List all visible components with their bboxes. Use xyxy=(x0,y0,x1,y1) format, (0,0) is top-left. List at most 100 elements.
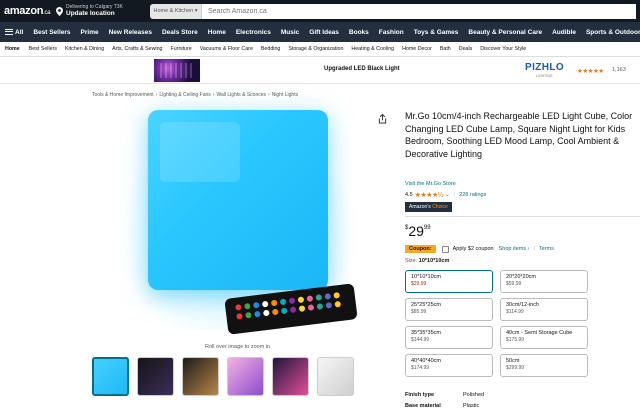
chevron-down-icon[interactable]: ⌄ xyxy=(445,192,450,198)
thumbnail-6[interactable] xyxy=(317,357,354,396)
remote-button xyxy=(298,305,306,312)
terms-link[interactable]: Terms xyxy=(539,246,554,252)
subnav-home[interactable]: Home xyxy=(0,46,25,52)
share-icon[interactable] xyxy=(378,114,387,124)
banner-product-image[interactable] xyxy=(154,59,200,82)
all-menu-button[interactable]: All xyxy=(0,29,28,36)
remote-button xyxy=(333,291,341,299)
nav-item-sports-outdoors[interactable]: Sports & Outdoors xyxy=(581,29,640,36)
subnav-item-kitchen-dining[interactable]: Kitchen & Dining xyxy=(61,46,108,52)
size-option-5[interactable]: 35*35*35cm $144.99 xyxy=(405,326,493,349)
remote-button xyxy=(307,304,315,311)
size-option-3[interactable]: 25*25*25cm $85.99 xyxy=(405,298,493,321)
subnav-item-best-sellers[interactable]: Best Sellers xyxy=(25,46,61,52)
subnav-item-home-decor[interactable]: Home Decor xyxy=(398,46,436,52)
remote-button xyxy=(306,295,314,302)
remote-button xyxy=(236,312,243,320)
remote-button xyxy=(271,308,279,316)
remote-button xyxy=(245,311,252,319)
remote-button xyxy=(334,300,342,308)
search-bar: Home & Kitchen ▾ xyxy=(150,3,636,19)
nav-item-fashion[interactable]: Fashion xyxy=(374,29,409,36)
subnav-item-bedding[interactable]: Bedding xyxy=(257,46,284,52)
nav-item-deals-store[interactable]: Deals Store xyxy=(157,29,203,36)
shop-items-link[interactable]: Shop items › xyxy=(499,246,530,252)
thumbnail-2[interactable] xyxy=(137,357,174,396)
nav-item-prime[interactable]: Prime xyxy=(76,29,104,36)
price: $ 29 99 xyxy=(405,223,431,239)
search-input[interactable] xyxy=(202,3,636,19)
ratings-count-link[interactable]: 228 ratings xyxy=(459,192,486,198)
coupon-text[interactable]: Apply $2 coupon xyxy=(453,246,494,252)
remote-button xyxy=(325,302,333,309)
nav-item-toys-games[interactable]: Toys & Games xyxy=(409,29,464,36)
thumbnail-strip xyxy=(92,357,354,396)
size-option-8[interactable]: 50cm $299.99 xyxy=(500,354,588,377)
location-pin-icon xyxy=(56,6,63,16)
nav-item-electronics[interactable]: Electronics xyxy=(231,29,276,36)
section-divider xyxy=(405,216,640,217)
deliver-to-location[interactable]: Delivering to Calgary T3K Update locatio… xyxy=(56,4,138,18)
size-option-2[interactable]: 20*20*20cm $59.99 xyxy=(500,270,588,293)
amazon-logo[interactable]: amazon.ca xyxy=(4,5,56,17)
subnav-item-heating-cooling[interactable]: Heating & Cooling xyxy=(347,46,398,52)
subnav-item-bath[interactable]: Bath xyxy=(436,46,455,52)
coupon-checkbox[interactable] xyxy=(441,245,449,253)
breadcrumb-link[interactable]: Night Lights xyxy=(272,92,298,98)
thumbnail-1[interactable] xyxy=(92,357,129,396)
nav-item-music[interactable]: Music xyxy=(276,29,304,36)
remote-button xyxy=(297,296,305,304)
nav-item-best-sellers[interactable]: Best Sellers xyxy=(28,29,75,36)
banner-star-rating: ★★★★★ xyxy=(577,68,604,75)
size-option-7[interactable]: 40*40*40cm $174.99 xyxy=(405,354,493,377)
thumbnail-3[interactable] xyxy=(182,357,219,396)
remote-button xyxy=(288,297,296,305)
banner-brand-sub: LIGHTING xyxy=(536,74,553,78)
size-option-6[interactable]: 40cm - Semi Storage Cube $175.99 xyxy=(500,326,588,349)
nav-item-books[interactable]: Books xyxy=(344,29,374,36)
banner-rating-count[interactable]: 1,163 xyxy=(612,67,626,73)
thumbnail-4[interactable] xyxy=(227,357,264,396)
sponsored-banner[interactable]: Upgraded LED Black Light PIZHLO LIGHTING… xyxy=(0,57,640,84)
coupon-label: Coupon: xyxy=(405,245,436,253)
remote-button xyxy=(279,298,287,306)
size-option-4[interactable]: 30cm/12-inch $114.99 xyxy=(500,298,588,321)
remote-button xyxy=(252,301,260,309)
nav-item-home[interactable]: Home xyxy=(203,29,231,36)
breadcrumb-link[interactable]: Wall Lights & Sconces xyxy=(216,92,266,98)
breadcrumb-link[interactable]: Lighting & Ceiling Fans xyxy=(159,92,210,98)
nav-item-beauty-personal-care[interactable]: Beauty & Personal Care xyxy=(463,29,547,36)
amazons-choice-badge: Amazon's Choice xyxy=(405,202,452,212)
department-subnav: Home Best Sellers Kitchen & Dining Arts, C… xyxy=(0,42,640,57)
main-nav: All Best Sellers Prime New Releases Deals S… xyxy=(0,22,640,42)
remote-button xyxy=(315,294,323,301)
spec-row: Base material Plastic xyxy=(405,403,480,409)
store-link[interactable]: Visit the Mr.Go Store xyxy=(405,181,456,187)
remote-button xyxy=(324,293,332,300)
subnav-item-furniture[interactable]: Furniture xyxy=(167,46,196,52)
thumbnail-5[interactable] xyxy=(272,357,309,396)
remote-button xyxy=(244,302,251,310)
search-category-dropdown[interactable]: Home & Kitchen ▾ xyxy=(150,3,202,19)
banner-text[interactable]: Upgraded LED Black Light xyxy=(324,66,400,72)
banner-brand-logo[interactable]: PIZHLO xyxy=(525,62,564,73)
subnav-item-arts-crafts-sewing[interactable]: Arts, Crafts & Sewing xyxy=(108,46,166,52)
product-specs: Finish type Polished Base material Plastic xyxy=(405,390,484,411)
remote-button xyxy=(254,310,261,318)
zoom-hint: Roll over image to zoom in xyxy=(205,344,271,350)
nav-item-audible[interactable]: Audible xyxy=(547,29,581,36)
remote-button xyxy=(289,306,297,314)
star-rating-icon[interactable]: ★★★★½ xyxy=(415,191,444,199)
subnav-item-discover-your-style[interactable]: Discover Your Style xyxy=(476,46,530,52)
hamburger-menu-icon xyxy=(5,29,13,35)
remote-button xyxy=(262,309,270,317)
subnav-item-vacuums-floor-care[interactable]: Vacuums & Floor Care xyxy=(196,46,257,52)
nav-item-gift-ideas[interactable]: Gift Ideas xyxy=(304,29,344,36)
subnav-item-deals[interactable]: Deals xyxy=(455,46,477,52)
breadcrumb-link[interactable]: Tools & Home Improvement xyxy=(92,92,154,98)
size-option-1[interactable]: 10*10*10cm $29.99 xyxy=(405,270,493,293)
nav-item-new-releases[interactable]: New Releases xyxy=(104,29,157,36)
subnav-item-storage-organization[interactable]: Storage & Organization xyxy=(284,46,347,52)
deliver-line2: Update location xyxy=(66,10,115,17)
cube-highlight xyxy=(160,122,240,182)
